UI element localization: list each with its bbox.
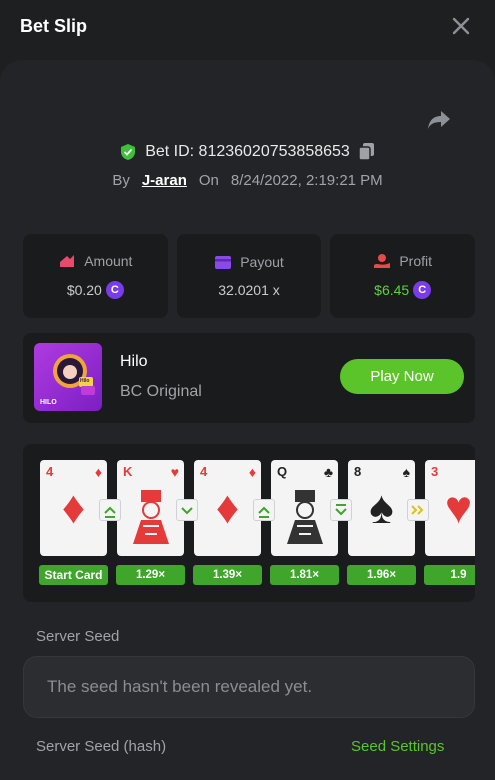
bet-id-row: Bet ID: 81236020753858653 [0,142,495,166]
guess-lower-icon [176,499,198,521]
bet-slip-header: Bet Slip [0,0,495,56]
card-multiplier: Start Card [39,565,108,585]
verified-shield-icon [121,144,136,160]
round-history: 4 ♦ ♦ Start Card K ♥ 1.29× 4 ♦ ♦ 1.39× Q ♣ 1.81× 8 ♠ ♠ 1.… [23,444,475,602]
payout-label: Payout [240,254,284,270]
guess-higher-icon [253,499,275,521]
card-multiplier: 1.39× [193,565,262,585]
server-seed-hash-label: Server Seed (hash) [36,738,167,755]
playing-card: 4 ♦ ♦ [194,460,261,556]
card-rank: 3 [431,464,439,479]
payout-stat: Payout 32.0201 x [176,234,322,318]
amount-stat: Amount $0.20 C [23,234,168,318]
amount-value: $0.20 [66,282,102,298]
amount-icon [60,255,75,267]
amount-label: Amount [84,253,133,269]
game-provider: BC Original [120,383,202,400]
user-link[interactable]: J-aran [142,172,187,189]
modal-title: Bet Slip [20,16,88,36]
face-card-figure-icon [287,490,323,544]
playing-card: K ♥ [117,460,184,556]
card-suit-icon: ♦ [248,464,256,480]
play-now-button[interactable]: Play Now [340,359,464,394]
card-rank: 8 [354,464,362,479]
game-card: Hilo HILO Hilo BC Original Play Now [23,333,475,423]
by-label: By [112,172,130,189]
playing-card: 4 ♦ ♦ [40,460,107,556]
card-center-suit-icon: ♥ [444,481,473,533]
card-center-suit-icon: ♦ [215,481,240,533]
bc-coin-icon: C [413,281,432,299]
server-seed-label: Server Seed [36,628,120,645]
playing-card: Q ♣ [271,460,338,556]
card-rank: K [123,464,133,479]
server-seed-field: The seed hasn't been revealed yet. [23,656,475,718]
card-multiplier: 1.81× [270,565,339,585]
profit-label: Profit [399,253,433,269]
card-rank: Q [277,464,288,479]
playing-card: 8 ♠ ♠ [348,460,415,556]
profit-value: $6.45 [374,282,410,298]
bc-coin-icon: C [105,281,124,299]
card-suit-icon: ♦ [94,464,102,480]
card-rank: 4 [200,464,208,479]
on-label: On [198,172,219,189]
wallet-icon [215,255,232,269]
card-suit-icon: ♥ [170,464,179,480]
bet-id-text: Bet ID: 81236020753858653 [145,143,350,160]
seed-settings-link[interactable]: Seed Settings [351,738,444,755]
guess-skip-icon [407,499,429,521]
profit-icon [374,254,391,268]
card-suit-icon: ♣ [323,464,333,480]
card-multiplier: 1.96× [347,565,416,585]
card-center-suit-icon: ♦ [61,481,86,533]
card-multiplier: 1.29× [116,565,185,585]
card-rank: 4 [46,464,54,479]
face-card-figure-icon [133,490,169,544]
card-center-suit-icon: ♠ [369,481,394,533]
copy-icon[interactable] [358,142,376,162]
guess-lower-or-same-icon [330,499,352,521]
card-suit-icon: ♠ [402,464,410,480]
payout-value: 32.0201 x [218,282,280,298]
guess-higher-icon [99,499,121,521]
bet-stats: Amount $0.20 C Payout 32.0201 x Profit $… [23,234,476,318]
bet-datetime: 8/24/2022, 2:19:21 PM [230,172,383,189]
profit-stat: Profit $6.45 C [330,234,476,318]
game-name: Hilo [120,353,148,370]
close-icon[interactable] [449,14,473,38]
share-icon[interactable] [426,108,452,132]
bet-meta-row: By J-aran On 8/24/2022, 2:19:21 PM [0,172,495,189]
playing-card: 3♥♥ [425,460,475,556]
card-multiplier: 1.9 [424,565,475,585]
hilo-game-thumbnail[interactable]: Hilo HILO [34,343,102,411]
thumb-label: HILO [40,399,57,406]
thumb-badge: Hilo [80,378,90,384]
server-seed-value: The seed hasn't been revealed yet. [47,677,313,696]
